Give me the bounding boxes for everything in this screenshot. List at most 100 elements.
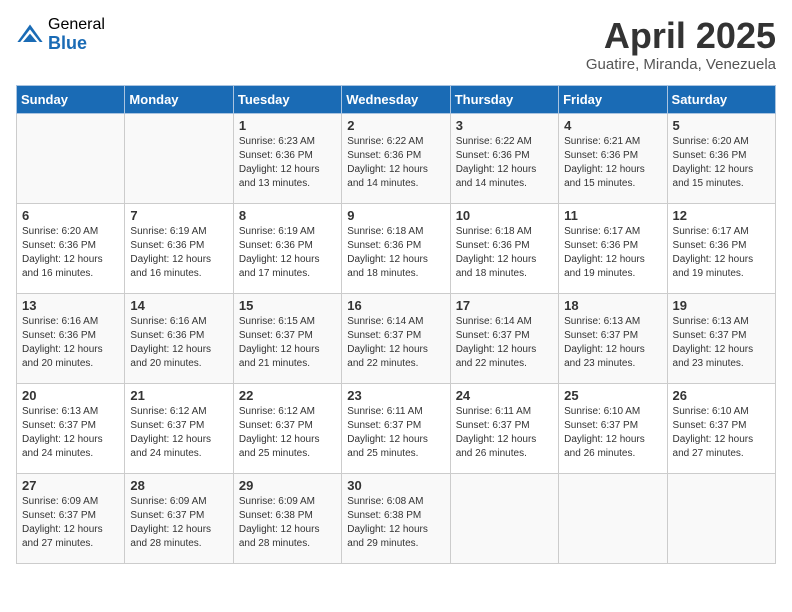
day-number: 19 — [673, 298, 770, 313]
week-row-2: 6 Sunrise: 6:20 AM Sunset: 6:36 PM Daylig… — [17, 203, 776, 293]
day-info: Sunrise: 6:19 AM Sunset: 6:36 PM Dayligh… — [130, 225, 227, 281]
week-row-3: 13Sunrise: 6:16 AM Sunset: 6:36 PM Dayli… — [17, 293, 776, 383]
calendar-cell: 26Sunrise: 6:10 AM Sunset: 6:37 PM Dayli… — [667, 383, 775, 473]
calendar-cell: 6 Sunrise: 6:20 AM Sunset: 6:36 PM Daylig… — [17, 203, 125, 293]
day-number: 12 — [673, 208, 770, 223]
day-number: 21 — [130, 388, 227, 403]
calendar-header: SundayMondayTuesdayWednesdayThursdayFrid… — [17, 85, 776, 113]
day-info: Sunrise: 6:18 AM Sunset: 6:36 PM Dayligh… — [456, 225, 553, 281]
calendar-cell: 10 Sunrise: 6:18 AM Sunset: 6:36 PM Dayli… — [450, 203, 558, 293]
calendar-cell — [667, 473, 775, 563]
day-number: 14 — [130, 298, 227, 313]
day-info: Sunrise: 6:12 AM Sunset: 6:37 PM Dayligh… — [239, 405, 336, 461]
day-number: 7 — [130, 208, 227, 223]
calendar-body: 1 Sunrise: 6:23 AM Sunset: 6:36 PM Daylig… — [17, 113, 776, 563]
calendar-subtitle: Guatire, Miranda, Venezuela — [586, 56, 776, 73]
day-info: Sunrise: 6:20 AM Sunset: 6:36 PM Dayligh… — [22, 225, 119, 281]
day-info: Sunrise: 6:09 AM Sunset: 6:37 PM Dayligh… — [130, 495, 227, 551]
day-number: 5 — [673, 118, 770, 133]
day-info: Sunrise: 6:14 AM Sunset: 6:37 PM Dayligh… — [456, 315, 553, 371]
weekday-wednesday: Wednesday — [342, 85, 450, 113]
week-row-1: 1 Sunrise: 6:23 AM Sunset: 6:36 PM Daylig… — [17, 113, 776, 203]
weekday-monday: Monday — [125, 85, 233, 113]
calendar-cell: 23 Sunrise: 6:11 AM Sunset: 6:37 PM Dayli… — [342, 383, 450, 473]
day-info: Sunrise: 6:13 AM Sunset: 6:37 PM Dayligh… — [564, 315, 661, 371]
weekday-sunday: Sunday — [17, 85, 125, 113]
day-info: Sunrise: 6:08 AM Sunset: 6:38 PM Dayligh… — [347, 495, 444, 551]
calendar-cell: 2 Sunrise: 6:22 AM Sunset: 6:36 PM Daylig… — [342, 113, 450, 203]
logo-text: General Blue — [48, 16, 105, 53]
day-number: 22 — [239, 388, 336, 403]
week-row-5: 27 Sunrise: 6:09 AM Sunset: 6:37 PM Dayli… — [17, 473, 776, 563]
day-info: Sunrise: 6:21 AM Sunset: 6:36 PM Dayligh… — [564, 135, 661, 191]
calendar-cell: 1 Sunrise: 6:23 AM Sunset: 6:36 PM Daylig… — [233, 113, 341, 203]
day-info: Sunrise: 6:14 AM Sunset: 6:37 PM Dayligh… — [347, 315, 444, 371]
day-info: Sunrise: 6:16 AM Sunset: 6:36 PM Dayligh… — [130, 315, 227, 371]
weekday-tuesday: Tuesday — [233, 85, 341, 113]
calendar-cell — [125, 113, 233, 203]
calendar-title: April 2025 — [586, 16, 776, 56]
calendar-cell: 29Sunrise: 6:09 AM Sunset: 6:38 PM Dayli… — [233, 473, 341, 563]
day-info: Sunrise: 6:13 AM Sunset: 6:37 PM Dayligh… — [673, 315, 770, 371]
day-info: Sunrise: 6:19 AM Sunset: 6:36 PM Dayligh… — [239, 225, 336, 281]
logo: General Blue — [16, 16, 105, 53]
calendar-cell: 20 Sunrise: 6:13 AM Sunset: 6:37 PM Dayli… — [17, 383, 125, 473]
day-number: 20 — [22, 388, 119, 403]
day-number: 9 — [347, 208, 444, 223]
calendar-cell: 25Sunrise: 6:10 AM Sunset: 6:37 PM Dayli… — [559, 383, 667, 473]
calendar-cell: 7 Sunrise: 6:19 AM Sunset: 6:36 PM Daylig… — [125, 203, 233, 293]
calendar-cell: 18 Sunrise: 6:13 AM Sunset: 6:37 PM Dayli… — [559, 293, 667, 383]
calendar-table: SundayMondayTuesdayWednesdayThursdayFrid… — [16, 85, 776, 564]
day-number: 6 — [22, 208, 119, 223]
day-number: 16 — [347, 298, 444, 313]
calendar-cell: 22 Sunrise: 6:12 AM Sunset: 6:37 PM Dayli… — [233, 383, 341, 473]
calendar-cell: 17Sunrise: 6:14 AM Sunset: 6:37 PM Dayli… — [450, 293, 558, 383]
day-number: 27 — [22, 478, 119, 493]
calendar-cell: 11 Sunrise: 6:17 AM Sunset: 6:36 PM Dayli… — [559, 203, 667, 293]
calendar-cell: 16 Sunrise: 6:14 AM Sunset: 6:37 PM Dayli… — [342, 293, 450, 383]
calendar-cell: 24Sunrise: 6:11 AM Sunset: 6:37 PM Dayli… — [450, 383, 558, 473]
calendar-cell: 30Sunrise: 6:08 AM Sunset: 6:38 PM Dayli… — [342, 473, 450, 563]
day-info: Sunrise: 6:11 AM Sunset: 6:37 PM Dayligh… — [347, 405, 444, 461]
day-info: Sunrise: 6:22 AM Sunset: 6:36 PM Dayligh… — [347, 135, 444, 191]
weekday-friday: Friday — [559, 85, 667, 113]
day-number: 11 — [564, 208, 661, 223]
calendar-cell: 3Sunrise: 6:22 AM Sunset: 6:36 PM Daylig… — [450, 113, 558, 203]
day-info: Sunrise: 6:10 AM Sunset: 6:37 PM Dayligh… — [673, 405, 770, 461]
day-number: 2 — [347, 118, 444, 133]
weekday-saturday: Saturday — [667, 85, 775, 113]
day-info: Sunrise: 6:12 AM Sunset: 6:37 PM Dayligh… — [130, 405, 227, 461]
day-number: 18 — [564, 298, 661, 313]
day-number: 10 — [456, 208, 553, 223]
day-info: Sunrise: 6:13 AM Sunset: 6:37 PM Dayligh… — [22, 405, 119, 461]
logo-icon — [16, 21, 44, 49]
day-number: 1 — [239, 118, 336, 133]
day-info: Sunrise: 6:22 AM Sunset: 6:36 PM Dayligh… — [456, 135, 553, 191]
day-info: Sunrise: 6:18 AM Sunset: 6:36 PM Dayligh… — [347, 225, 444, 281]
day-info: Sunrise: 6:17 AM Sunset: 6:36 PM Dayligh… — [564, 225, 661, 281]
calendar-cell: 14 Sunrise: 6:16 AM Sunset: 6:36 PM Dayli… — [125, 293, 233, 383]
calendar-cell: 4 Sunrise: 6:21 AM Sunset: 6:36 PM Daylig… — [559, 113, 667, 203]
day-info: Sunrise: 6:09 AM Sunset: 6:38 PM Dayligh… — [239, 495, 336, 551]
calendar-cell: 21 Sunrise: 6:12 AM Sunset: 6:37 PM Dayli… — [125, 383, 233, 473]
day-info: Sunrise: 6:15 AM Sunset: 6:37 PM Dayligh… — [239, 315, 336, 371]
calendar-cell: 27Sunrise: 6:09 AM Sunset: 6:37 PM Dayli… — [17, 473, 125, 563]
day-number: 23 — [347, 388, 444, 403]
day-number: 25 — [564, 388, 661, 403]
day-number: 4 — [564, 118, 661, 133]
day-info: Sunrise: 6:17 AM Sunset: 6:36 PM Dayligh… — [673, 225, 770, 281]
calendar-cell: 28Sunrise: 6:09 AM Sunset: 6:37 PM Dayli… — [125, 473, 233, 563]
day-number: 8 — [239, 208, 336, 223]
calendar-cell — [450, 473, 558, 563]
title-block: April 2025 Guatire, Miranda, Venezuela — [586, 16, 776, 73]
page-header: General Blue April 2025 Guatire, Miranda… — [16, 16, 776, 73]
logo-general: General — [48, 16, 105, 34]
day-info: Sunrise: 6:23 AM Sunset: 6:36 PM Dayligh… — [239, 135, 336, 191]
calendar-cell: 5 Sunrise: 6:20 AM Sunset: 6:36 PM Daylig… — [667, 113, 775, 203]
calendar-cell — [17, 113, 125, 203]
day-info: Sunrise: 6:20 AM Sunset: 6:36 PM Dayligh… — [673, 135, 770, 191]
weekday-thursday: Thursday — [450, 85, 558, 113]
day-info: Sunrise: 6:11 AM Sunset: 6:37 PM Dayligh… — [456, 405, 553, 461]
day-info: Sunrise: 6:16 AM Sunset: 6:36 PM Dayligh… — [22, 315, 119, 371]
calendar-cell: 9 Sunrise: 6:18 AM Sunset: 6:36 PM Daylig… — [342, 203, 450, 293]
